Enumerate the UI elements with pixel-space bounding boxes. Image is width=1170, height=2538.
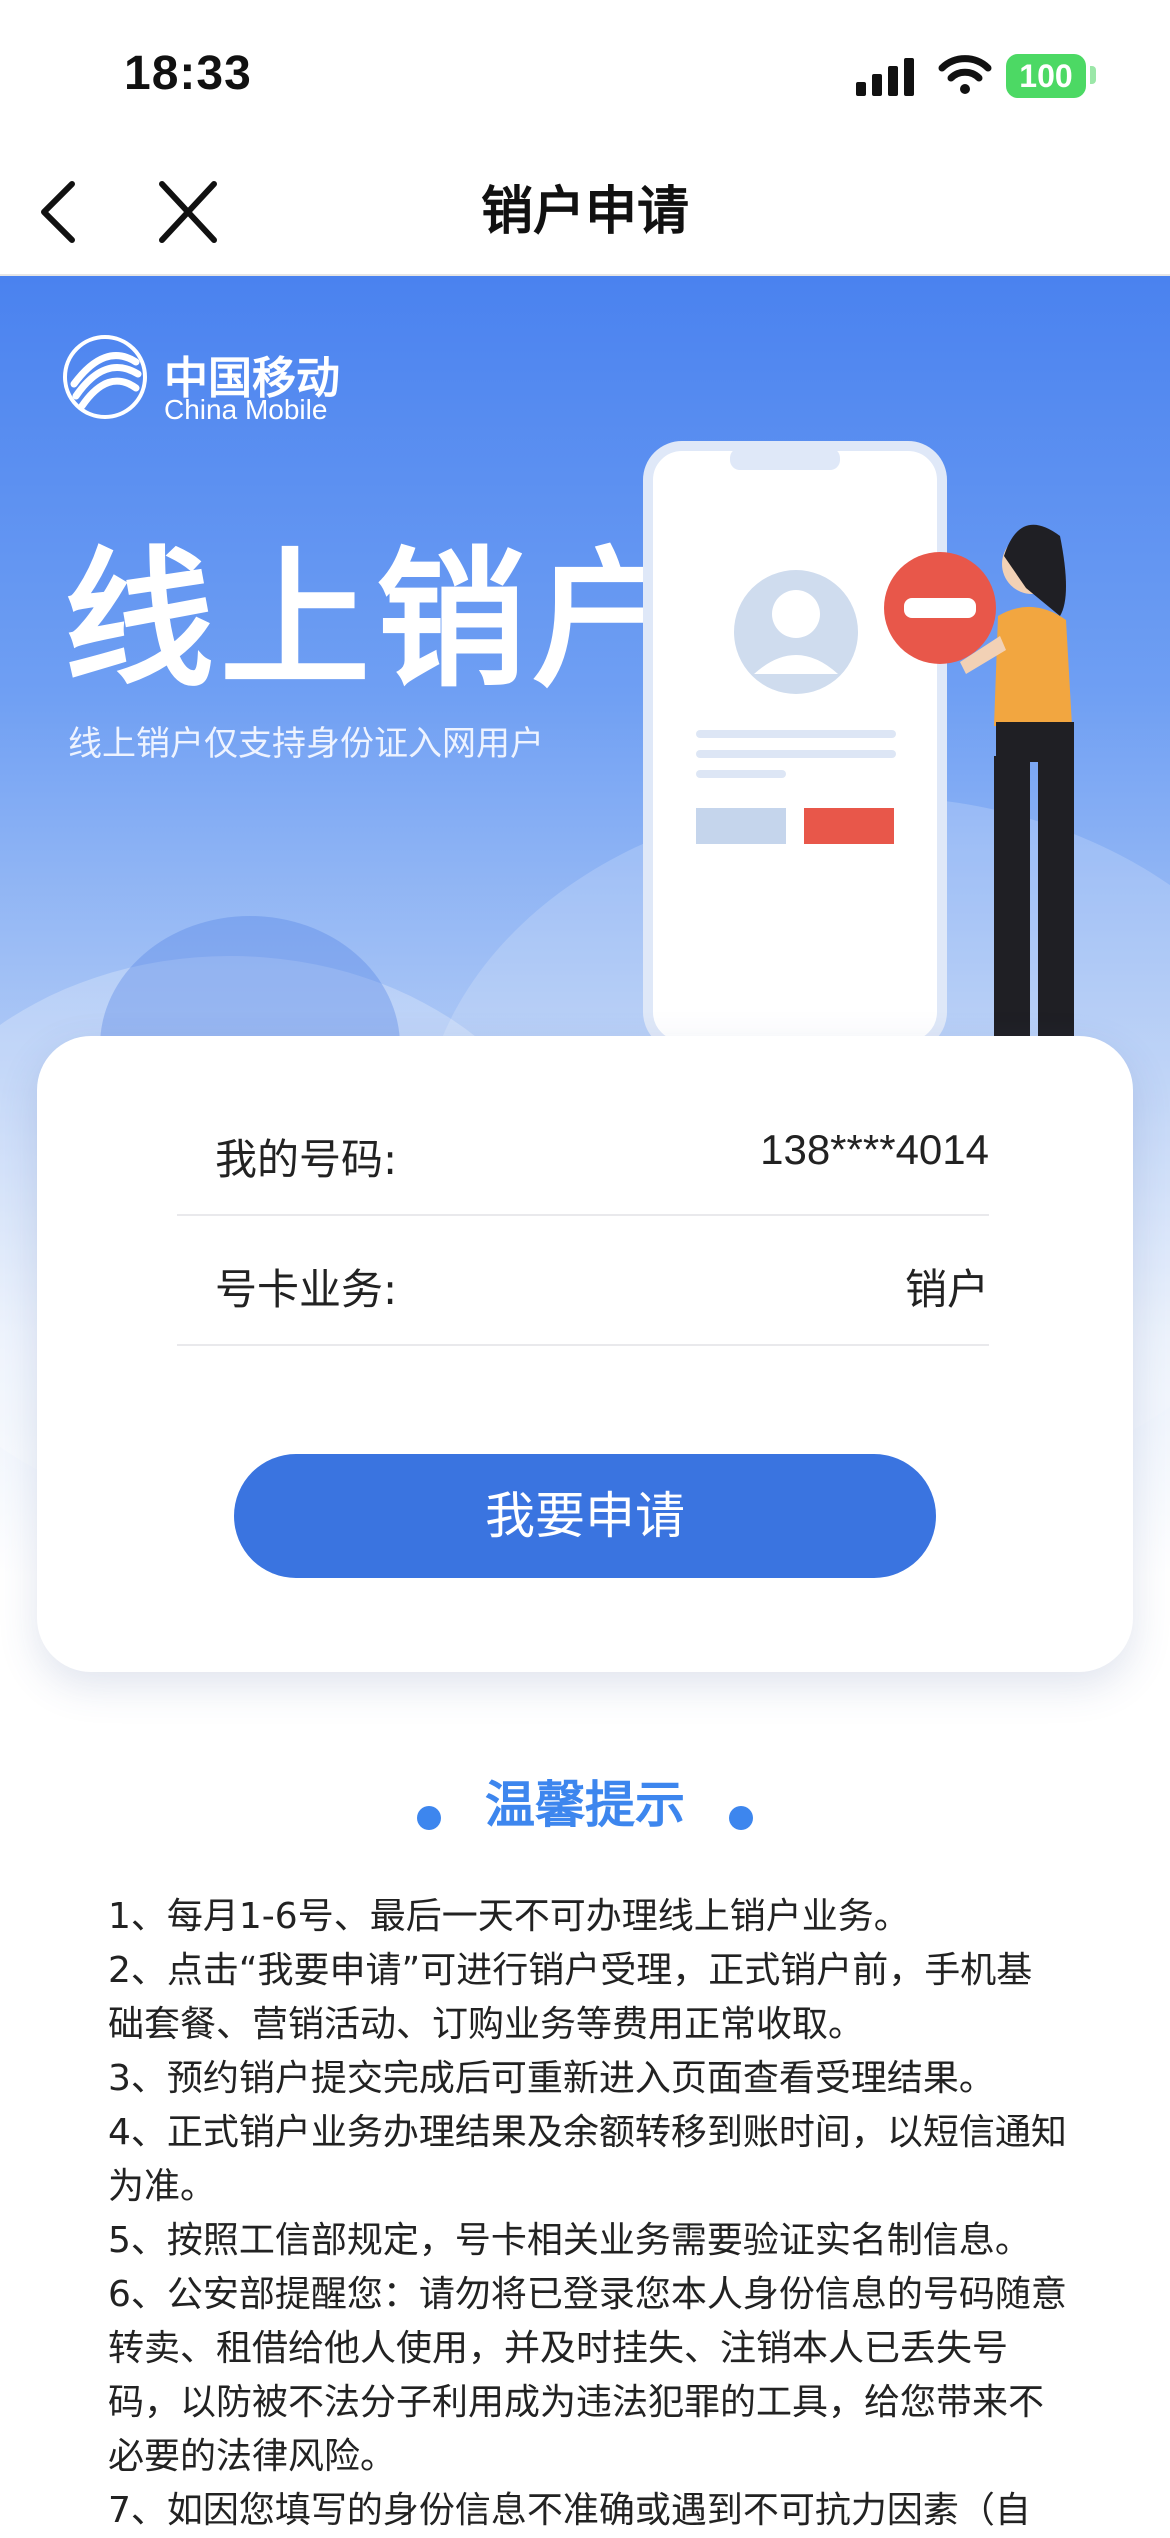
wifi-icon [938, 55, 992, 94]
tips-dot-icon [729, 1805, 753, 1830]
tips-list: 1、每月1-6号、最后一天不可办理线上销户业务。 2、点击“我要申请”可进行销户… [108, 1890, 1068, 2538]
battery-tip [1090, 66, 1096, 84]
service-label: 号卡业务: [215, 1265, 398, 1314]
phone-number-row: 我的号码: 138****4014 [177, 1086, 989, 1216]
status-time: 18:33 [124, 47, 252, 100]
status-bar: 18:33 100 [0, 0, 1170, 150]
logo-text-en: China Mobile [164, 394, 328, 425]
hero-subtitle: 线上销户仅支持身份证入网用户 [68, 724, 544, 764]
china-mobile-logo: 中国移动 China Mobile [60, 332, 340, 426]
service-value: 销户 [904, 1265, 989, 1314]
service-row: 号卡业务: 销户 [177, 1216, 989, 1346]
cellular-signal-icon [856, 58, 914, 96]
tip-item: 5、按照工信部规定，号卡相关业务需要验证实名制信息。 [108, 2220, 1031, 2261]
page-title: 销户申请 [480, 182, 689, 242]
apply-button[interactable]: 我要申请 [234, 1454, 936, 1578]
phone-number-label: 我的号码: [215, 1135, 398, 1184]
tip-item: 3、预约销户提交完成后可重新进入页面查看受理结果。 [108, 2058, 995, 2099]
account-info-card: 我的号码: 138****4014 号卡业务: 销户 我要申请 [37, 1036, 1133, 1672]
china-mobile-logo-icon [63, 335, 147, 419]
battery-icon: 100 [1006, 54, 1086, 98]
tips-title: 温馨提示 [485, 1776, 685, 1834]
nav-bar: 销户申请 [0, 150, 1170, 276]
tip-item: 2、点击“我要申请”可进行销户受理，正式销户前，手机基础套餐、营销活动、订购业务… [108, 1950, 1033, 2045]
tip-item: 1、每月1-6号、最后一天不可办理线上销户业务。 [108, 1896, 910, 1937]
tip-item: 7、如因您填写的身份信息不准确或遇到不可抗力因素（自 [108, 2490, 1031, 2531]
tips-header: 温馨提示 [0, 1770, 1170, 1840]
tip-item: 4、正式销户业务办理结果及余额转移到账时间，以短信通知为准。 [108, 2112, 1067, 2207]
tips-dot-icon [417, 1805, 441, 1830]
tip-item: 6、公安部提醒您：请勿将已登录您本人身份信息的号码随意转卖、租借给他人使用，并及… [108, 2274, 1067, 2477]
phone-number-value: 138****4014 [760, 1126, 989, 1173]
